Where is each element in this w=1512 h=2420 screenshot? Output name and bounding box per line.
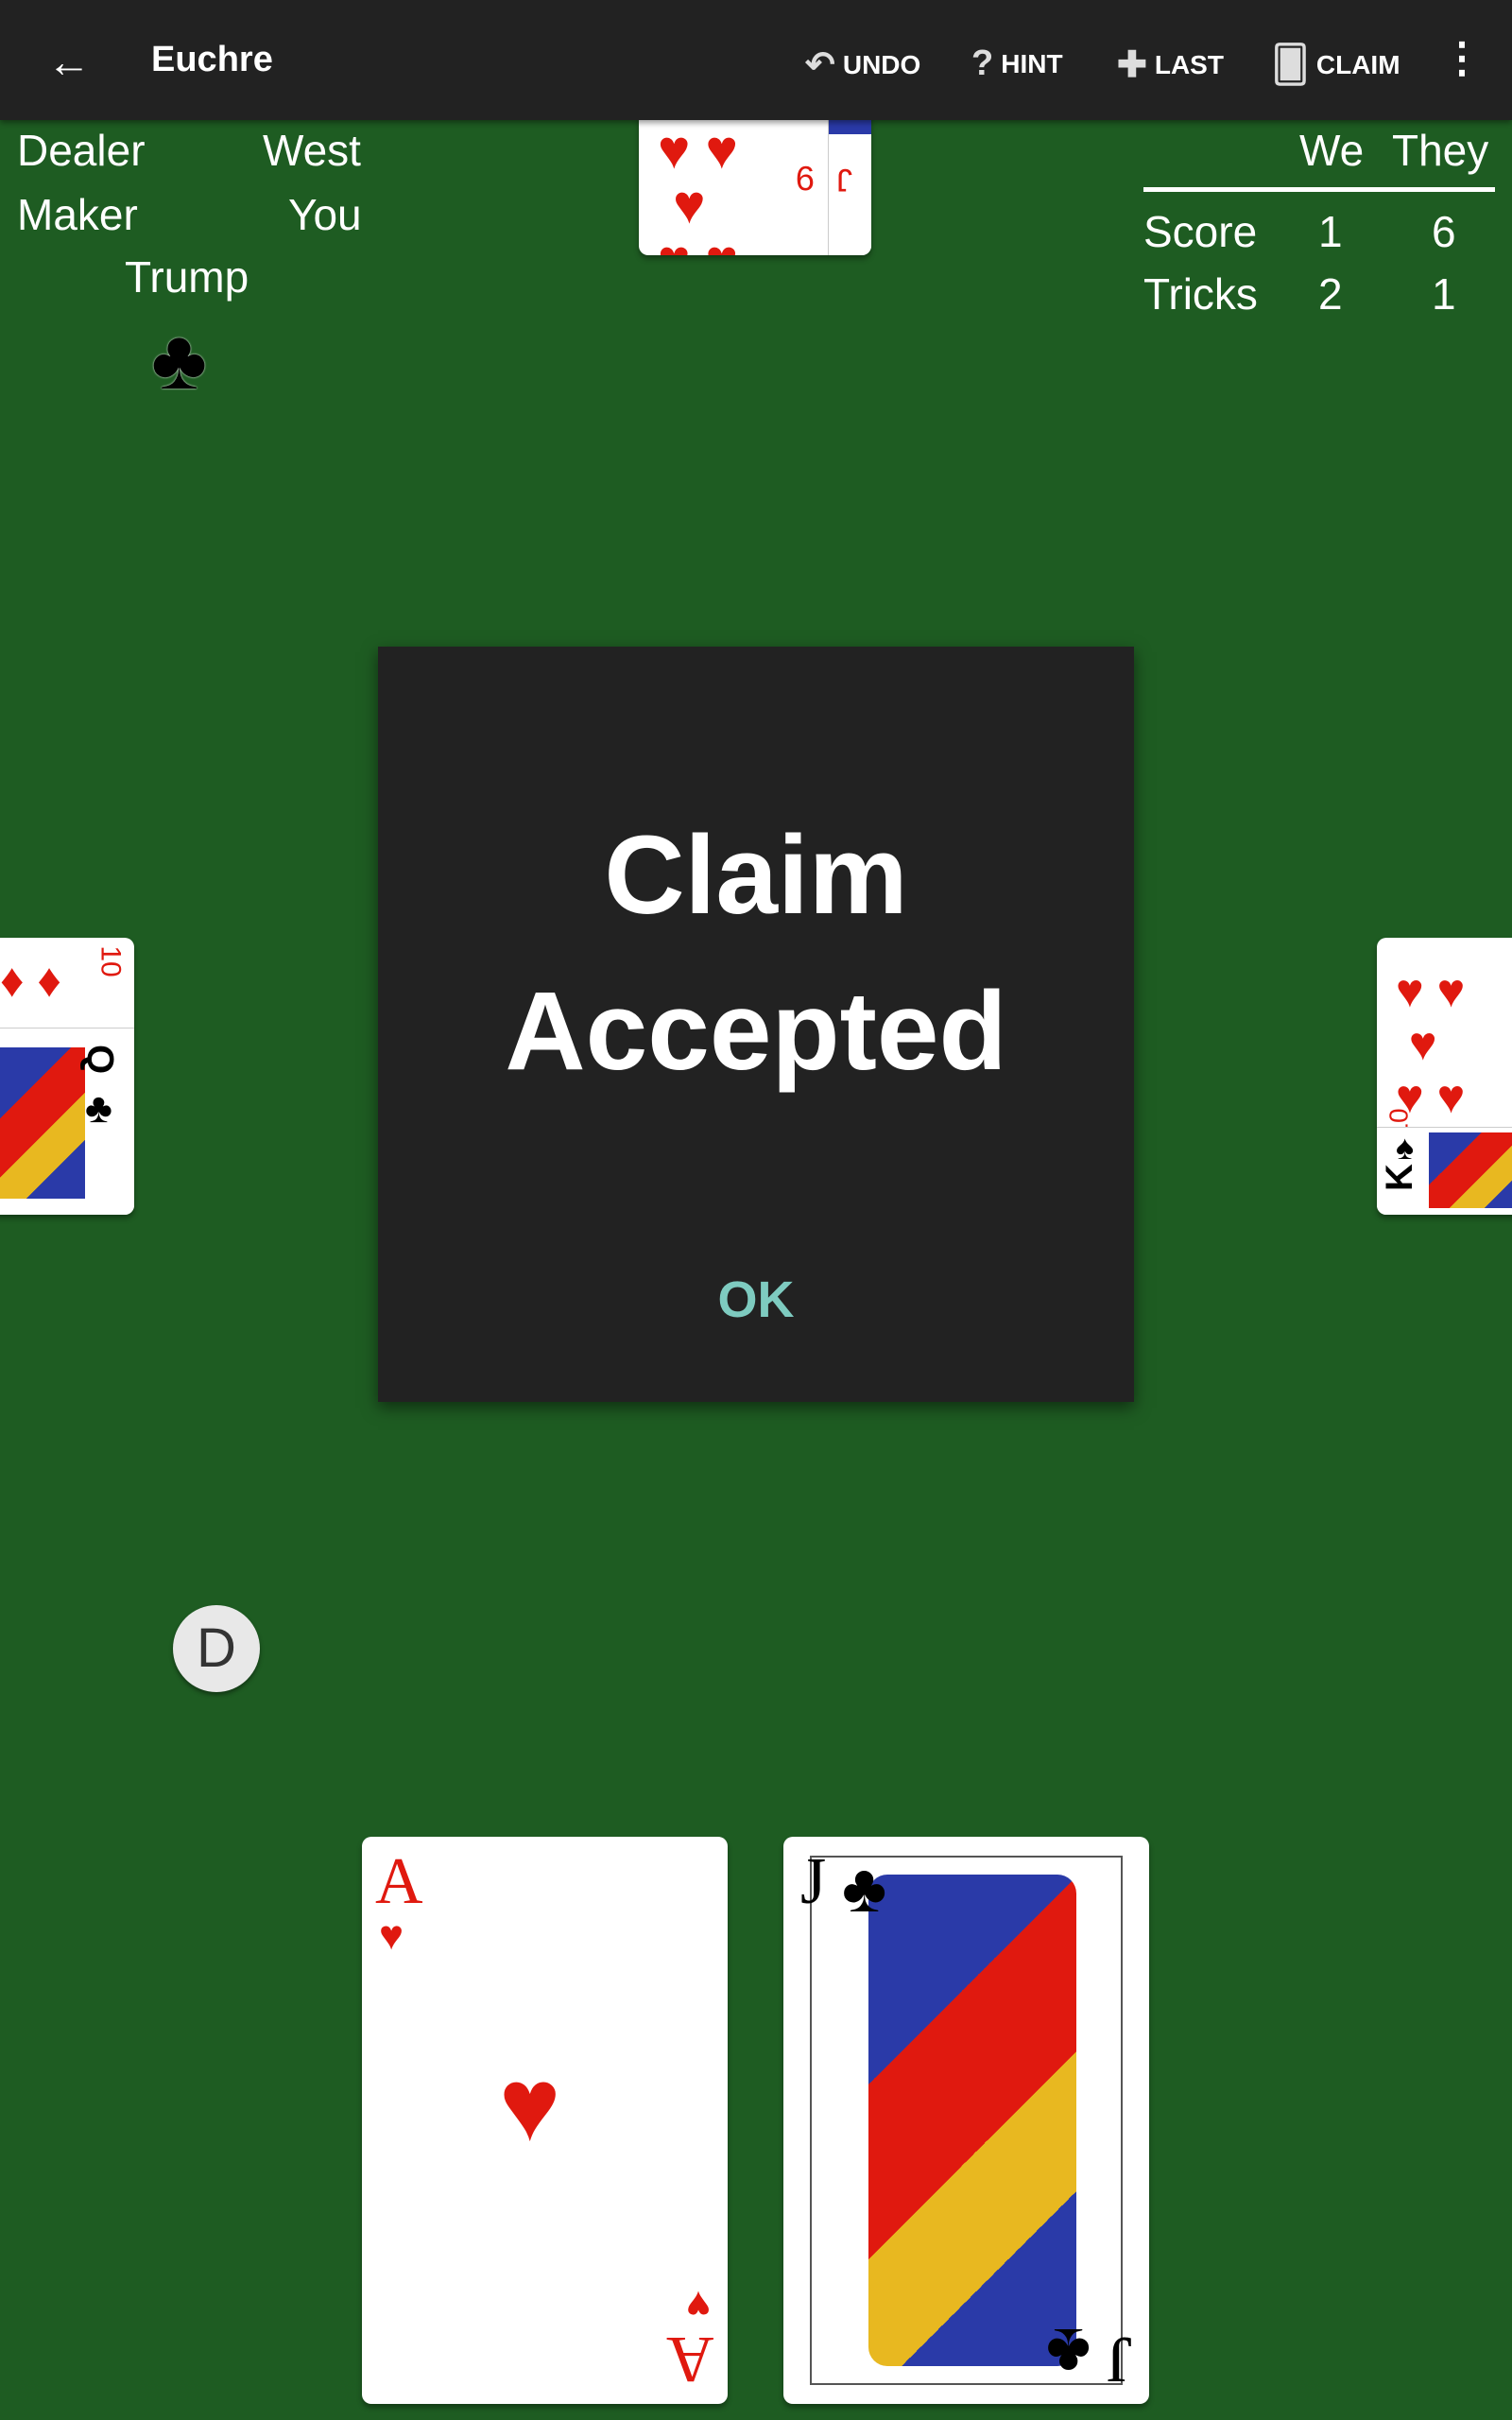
- hint-label: HINT: [1001, 48, 1063, 78]
- tricks-we: 2: [1318, 269, 1343, 319]
- east-card-2-rank: K: [1378, 1164, 1420, 1191]
- we-header: We: [1299, 126, 1365, 175]
- club-icon: ♣: [85, 1085, 112, 1132]
- claim-button[interactable]: 🂠 CLAIM: [1272, 43, 1400, 86]
- last-label: LAST: [1154, 49, 1224, 79]
- diamond-pips: ♦ ♦: [0, 954, 61, 1007]
- maker-label: Maker: [17, 190, 138, 239]
- dialog-message: Claim Accepted: [505, 813, 1007, 1094]
- spade-icon: ♠: [1396, 1128, 1415, 1167]
- card-rank-bottom: A: [666, 2323, 714, 2395]
- queen-face-art: [0, 1047, 85, 1199]
- trump-club-icon: ♣: [151, 313, 208, 407]
- scoreboard-divider: [1143, 187, 1495, 192]
- card-rank-bottom: J: [1106, 2323, 1132, 2395]
- they-header: They: [1392, 126, 1489, 175]
- ok-button[interactable]: OK: [690, 1270, 822, 1329]
- north-jack-diamonds-edge: J: [828, 104, 871, 255]
- more-vert-icon[interactable]: ⋮: [1441, 34, 1483, 82]
- back-arrow-icon[interactable]: ←: [47, 36, 91, 87]
- score-label: Score: [1143, 207, 1258, 256]
- card-hand-icon: 🂠: [1272, 45, 1309, 85]
- north-card-2-rank: J: [836, 162, 852, 198]
- dealer-chip: D: [173, 1605, 260, 1692]
- west-queen-clubs: Q ♣: [0, 1028, 134, 1215]
- heart-pips: ♥ ♥ ♥♥ ♥: [1396, 964, 1466, 1123]
- undo-label: UNDO: [842, 49, 921, 79]
- club-icon: ♣: [842, 1851, 887, 1927]
- heart-small-icon-bottom: ♥: [685, 2282, 711, 2328]
- trump-label: Trump: [125, 252, 249, 302]
- claim-dialog: Claim Accepted OK: [378, 647, 1134, 1402]
- maker-value: You: [288, 190, 362, 239]
- hand-card-jack-clubs[interactable]: J ♣ J ♣: [783, 1837, 1149, 2404]
- heart-small-icon: ♥: [379, 1912, 404, 1959]
- question-icon: ?: [971, 43, 994, 83]
- card-rank: J: [800, 1845, 827, 1918]
- claim-label: CLAIM: [1315, 49, 1400, 79]
- tricks-they: 1: [1432, 269, 1456, 319]
- last-trick-button[interactable]: ✚ LAST: [1117, 43, 1224, 86]
- east-king-spades: K ♠: [1377, 1127, 1512, 1215]
- app-title: Euchre: [151, 40, 273, 79]
- score-we: 1: [1318, 207, 1343, 256]
- card-rank: A: [375, 1845, 423, 1918]
- north-card-rank: 9: [796, 159, 816, 198]
- club-icon-bottom: ♣: [1045, 2314, 1091, 2390]
- hand-card-ace-hearts[interactable]: A ♥ ♥ A ♥: [362, 1837, 728, 2404]
- heart-pips: ♥ ♥ ♥♥ ♥: [658, 119, 738, 256]
- undo-button[interactable]: ↶ UNDO: [805, 43, 920, 86]
- app-toolbar: ← Euchre ↶ UNDO ? HINT ✚ LAST 🂠 CLAIM ⋮: [0, 0, 1512, 120]
- dealer-label: Dealer: [17, 126, 146, 175]
- jack-face-art: [868, 1875, 1076, 2366]
- dealer-value: West: [263, 126, 361, 175]
- tricks-label: Tricks: [1143, 269, 1258, 319]
- king-face-art: [1429, 1132, 1512, 1208]
- cards-cross-icon: ✚: [1117, 45, 1147, 85]
- east-cards: ♥ ♥ ♥ ♥ ♥ 10 K ♠: [1377, 938, 1512, 1215]
- heart-center-icon: ♥: [499, 2047, 561, 2163]
- west-card-1-rank: 10: [94, 945, 127, 977]
- undo-icon: ↶: [805, 45, 835, 85]
- west-card-2-rank: Q: [79, 1044, 122, 1075]
- north-card-9-hearts: ♥ ♥ ♥♥ ♥ 9 J: [639, 104, 871, 255]
- score-they: 6: [1432, 207, 1456, 256]
- hint-button[interactable]: ? HINT: [971, 43, 1063, 84]
- west-cards: ♦ ♦ 10 Q ♣: [0, 938, 134, 1215]
